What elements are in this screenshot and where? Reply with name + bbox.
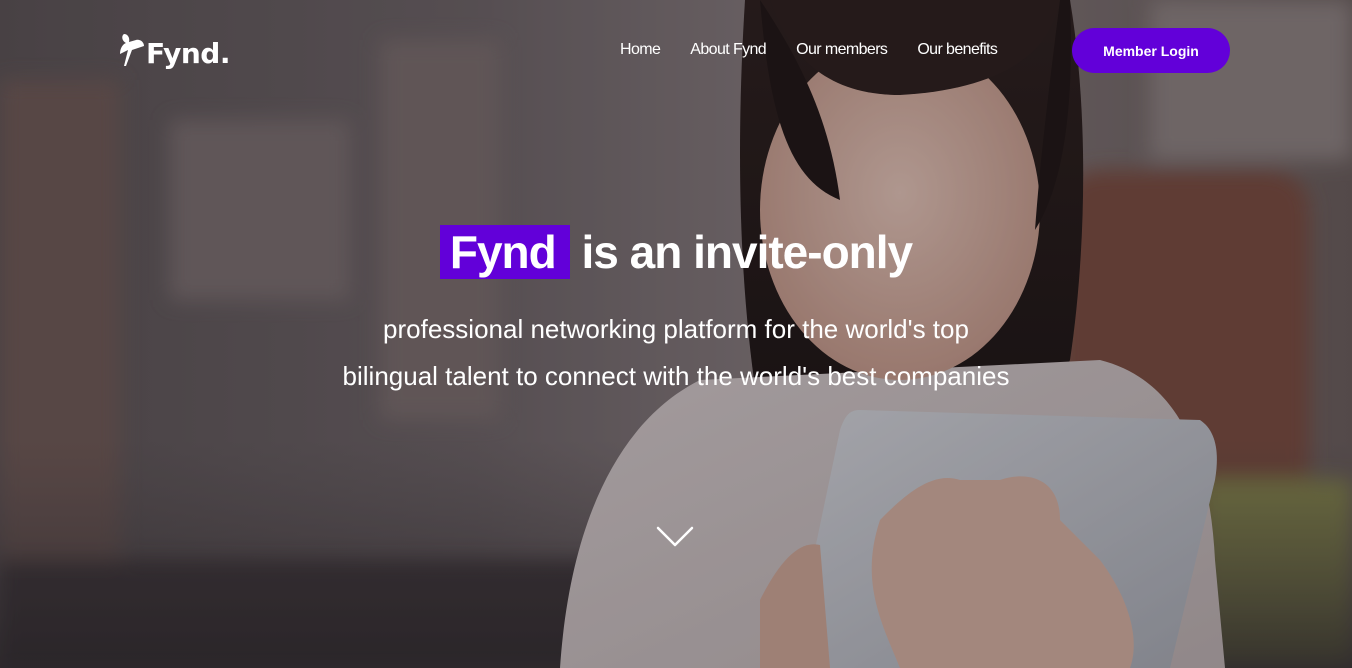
headline-rest: is an invite-only: [581, 226, 914, 278]
hero-headline: Fynd is an invite-only: [0, 224, 1352, 280]
brand-logo[interactable]: Fynd.: [118, 28, 230, 72]
chevron-down-icon[interactable]: [655, 522, 695, 552]
nav-item-about[interactable]: About Fynd: [690, 38, 766, 62]
logo-text: Fynd.: [146, 36, 230, 70]
nav-item-members[interactable]: Our members: [796, 38, 888, 62]
member-login-button[interactable]: Member Login: [1072, 28, 1230, 73]
nav-item-benefits[interactable]: Our benefits: [917, 38, 998, 62]
nav-item-home[interactable]: Home: [620, 38, 661, 62]
hero-subtext: professional networking platform for the…: [342, 314, 1010, 391]
bird-logo-icon: [120, 34, 144, 66]
main-nav: Home About Fynd Our members Our benefits: [620, 38, 1027, 62]
hero-section: Fynd. Home About Fynd Our members Our be…: [0, 0, 1352, 668]
headline-highlight: Fynd: [439, 225, 570, 279]
